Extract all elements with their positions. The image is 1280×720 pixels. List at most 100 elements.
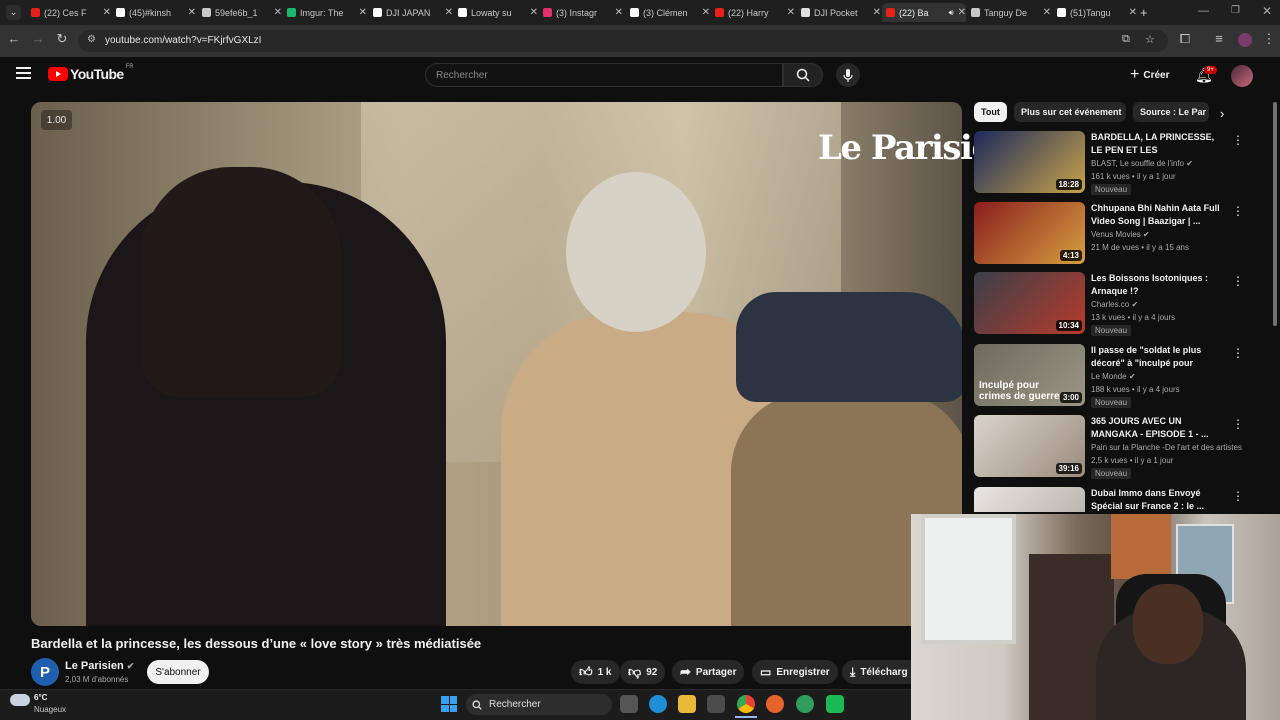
like-button[interactable]: 👍︎ 1 k	[571, 660, 620, 684]
profile-avatar[interactable]	[1238, 33, 1252, 47]
close-tab-icon[interactable]: ✕	[359, 7, 367, 18]
browser-tab[interactable]: Imgur: The ✕	[283, 3, 367, 22]
back-icon[interactable]: ←	[5, 31, 23, 46]
more-actions-icon[interactable]: ⋮	[1232, 417, 1244, 431]
recommended-video-title[interactable]: Chhupana Bhi Nahin Aata Full Video Song …	[1091, 202, 1226, 228]
forward-icon[interactable]: →	[29, 31, 47, 46]
browser-tab[interactable]: Tanguy De ✕	[967, 3, 1051, 22]
create-button[interactable]: + Créer	[1130, 66, 1169, 84]
video-player[interactable]	[31, 102, 962, 626]
filter-chip[interactable]: Source : Le Par	[1133, 102, 1209, 122]
windows-start-icon[interactable]	[441, 696, 457, 712]
close-tab-icon[interactable]: ✕	[530, 7, 538, 18]
page-scrollbar[interactable]	[1273, 102, 1277, 326]
browser-tab[interactable]: (3) Clémen ✕	[626, 3, 710, 22]
close-tab-icon[interactable]: ✕	[1043, 7, 1051, 18]
channel-name[interactable]: Le Parisien ✔	[65, 660, 134, 672]
share-button[interactable]: ➦ Partager	[672, 660, 745, 684]
close-tab-icon[interactable]: ✕	[274, 7, 282, 18]
weather-label[interactable]: Nuageux	[34, 705, 66, 714]
extensions-icon[interactable]: ⧠	[1176, 31, 1194, 47]
close-tab-icon[interactable]: ✕	[445, 7, 453, 18]
filter-chip[interactable]: Tout	[974, 102, 1007, 122]
recommended-video-channel[interactable]: Pain sur la Planche -De l'art et des art…	[1091, 443, 1242, 452]
new-tab-button[interactable]: +	[1140, 5, 1148, 20]
recommended-video-title[interactable]: Les Boissons Isotoniques : Arnaque !?	[1091, 272, 1226, 298]
playback-speed-badge[interactable]: 1.00	[41, 110, 72, 130]
recommended-video[interactable]: 4:13 Chhupana Bhi Nahin Aata Full Video S…	[974, 202, 1244, 268]
browser-tab[interactable]: (45)#kinsh ✕	[112, 3, 196, 22]
recommended-video[interactable]: 10:34 Les Boissons Isotoniques : Arnaque …	[974, 272, 1244, 338]
account-avatar[interactable]	[1231, 65, 1253, 87]
recommended-video-channel[interactable]: BLAST, Le souffle de l'info ✔	[1091, 159, 1193, 168]
close-tab-icon[interactable]: ✕	[958, 7, 966, 18]
file-explorer-icon[interactable]	[678, 695, 696, 713]
address-bar[interactable]: ⚙ youtube.com/watch?v=FKjrfvGXLzI ⧉ ☆	[78, 30, 1168, 52]
close-tab-icon[interactable]: ✕	[787, 7, 795, 18]
hamburger-menu-icon[interactable]	[16, 67, 31, 79]
recommended-video[interactable]: 18:28 BARDELLA, LA PRINCESSE, LE PEN ET L…	[974, 131, 1244, 197]
chrome-icon[interactable]	[737, 695, 755, 713]
maximize-window-icon[interactable]: ❐	[1231, 5, 1240, 16]
browser-tab[interactable]: Lowaty su ✕	[454, 3, 538, 22]
recommended-video-title[interactable]: 365 JOURS AVEC UN MANGAKA - EPISODE 1 - …	[1091, 415, 1226, 441]
firefox-icon[interactable]	[766, 695, 784, 713]
close-tab-icon[interactable]: ✕	[103, 7, 111, 18]
browser-tab[interactable]: (22) Harry ✕	[711, 3, 795, 22]
video-thumbnail[interactable]: 39:16	[974, 415, 1085, 477]
video-thumbnail[interactable]: Inculpé pour crimes de guerre 3:00	[974, 344, 1085, 406]
close-tab-icon[interactable]: ✕	[702, 7, 710, 18]
browser-tab[interactable]: (51)Tangu ✕	[1053, 3, 1137, 22]
close-tab-icon[interactable]: ✕	[1129, 7, 1137, 18]
close-tab-icon[interactable]: ✕	[615, 7, 623, 18]
tab-list-dropdown-icon[interactable]: ⌄	[6, 5, 21, 20]
video-thumbnail[interactable]: 4:13	[974, 202, 1085, 264]
site-info-icon[interactable]: ⚙	[87, 34, 96, 45]
browser-tab[interactable]: DJI Pocket ✕	[797, 3, 881, 22]
reload-icon[interactable]: ↻	[53, 31, 71, 47]
filter-chip[interactable]: Plus sur cet événement	[1014, 102, 1126, 122]
recommended-video-channel[interactable]: Venus Movies ✔	[1091, 230, 1150, 239]
more-actions-icon[interactable]: ⋮	[1232, 274, 1244, 288]
media-control-icon[interactable]: ≡	[1210, 31, 1228, 46]
recommended-video-title[interactable]: Il passe de "soldat le plus décoré" à "i…	[1091, 344, 1226, 370]
edge-browser-icon[interactable]	[649, 695, 667, 713]
youtube-logo[interactable]: YouTube FR	[48, 64, 134, 82]
close-tab-icon[interactable]: ✕	[873, 7, 881, 18]
chips-next-chevron-icon[interactable]: ›	[1220, 106, 1224, 121]
recommended-video[interactable]: Inculpé pour crimes de guerre 3:00 Il pass…	[974, 344, 1244, 410]
app-icon[interactable]	[826, 695, 844, 713]
more-actions-icon[interactable]: ⋮	[1232, 489, 1244, 503]
close-tab-icon[interactable]: ✕	[188, 7, 196, 18]
cloud-weather-icon[interactable]	[10, 694, 30, 706]
voice-search-button[interactable]	[836, 63, 860, 87]
browser-tab[interactable]: 59efe6b_1 ✕	[198, 3, 282, 22]
recommended-video[interactable]: 39:16 365 JOURS AVEC UN MANGAKA - EPISODE…	[974, 415, 1244, 481]
bookmark-star-icon[interactable]: ☆	[1145, 33, 1155, 46]
video-thumbnail[interactable]: 18:28	[974, 131, 1085, 193]
download-button[interactable]: ⤓ Télécharg	[842, 660, 911, 684]
install-app-icon[interactable]: ⧉	[1122, 33, 1130, 46]
task-view-icon[interactable]	[620, 695, 638, 713]
audio-playing-icon[interactable]: 🔊︎	[949, 8, 954, 18]
browser-menu-icon[interactable]: ⋮	[1260, 31, 1278, 47]
more-actions-icon[interactable]: ⋮	[1232, 204, 1244, 218]
subscribe-button[interactable]: S'abonner	[147, 660, 209, 684]
save-button[interactable]: ▭ Enregistrer	[752, 660, 838, 684]
recommended-video-channel[interactable]: Charles.co ✔	[1091, 300, 1138, 309]
more-actions-icon[interactable]: ⋮	[1232, 133, 1244, 147]
close-window-icon[interactable]: ✕	[1262, 4, 1272, 18]
recommended-video-title[interactable]: Dubai Immo dans Envoyé Spécial sur Franc…	[1091, 487, 1226, 513]
more-actions-icon[interactable]: ⋮	[1232, 346, 1244, 360]
video-thumbnail[interactable]: 10:34	[974, 272, 1085, 334]
browser-tab[interactable]: DJI JAPAN ✕	[369, 3, 453, 22]
app-icon[interactable]	[796, 695, 814, 713]
recommended-video-title[interactable]: BARDELLA, LA PRINCESSE, LE PEN ET LES MI…	[1091, 131, 1226, 157]
weather-temp[interactable]: 6°C	[34, 693, 47, 702]
taskbar-search[interactable]: Rechercher	[466, 694, 612, 715]
minimize-window-icon[interactable]: —	[1198, 5, 1209, 17]
dislike-button[interactable]: 👎︎ 92	[620, 660, 666, 684]
channel-avatar[interactable]: P	[31, 658, 59, 686]
browser-tab[interactable]: (22) Ba 🔊︎ ✕	[882, 3, 966, 22]
recommended-video-channel[interactable]: Le Monde ✔	[1091, 372, 1136, 381]
